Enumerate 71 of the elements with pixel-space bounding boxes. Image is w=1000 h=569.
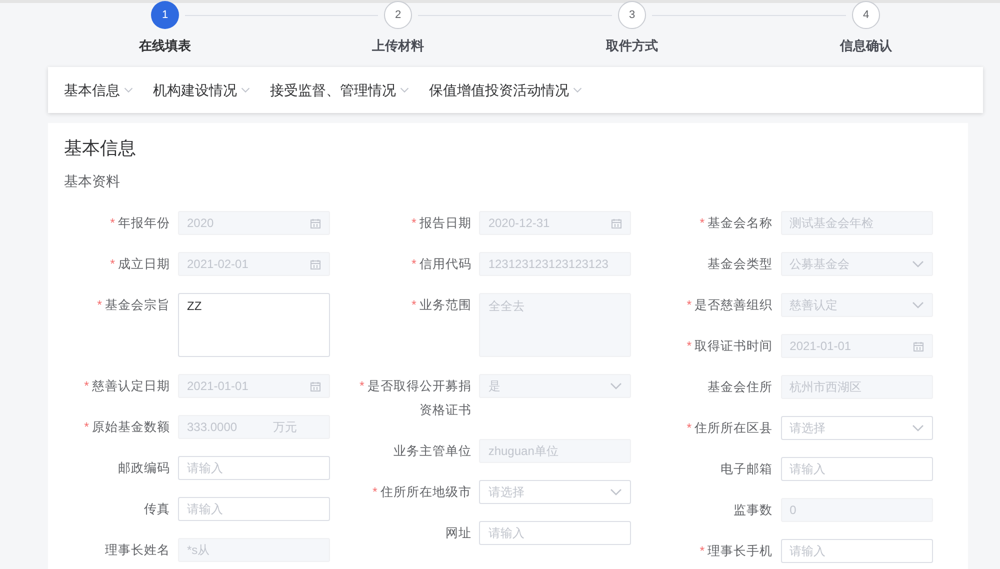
field-label: * 慈善认定日期	[83, 378, 171, 395]
field-label: * 住所所在地级市	[371, 484, 472, 501]
calendar-icon	[912, 340, 924, 352]
tab-dropdown[interactable]: 接受监督、管理情况	[270, 80, 409, 100]
field-label: * 是否取得公开募捐资格证书	[358, 378, 472, 419]
required-mark: *	[686, 298, 692, 312]
field-label: * 信用代码	[410, 256, 472, 273]
field-label: * 报告日期	[410, 215, 472, 232]
field-label: 电子邮箱	[720, 461, 774, 478]
chevron-down-icon	[912, 424, 924, 432]
field-label: 业务主管单位	[392, 443, 472, 460]
field-label: * 住所所在区县	[686, 420, 774, 437]
calendar-icon	[310, 258, 321, 270]
input-field[interactable]: 请输入	[178, 456, 330, 480]
chevron-down-icon	[912, 301, 924, 309]
tab-dropdown[interactable]: 保值增值投资活动情况	[429, 80, 582, 100]
field-label: * 理事长手机	[698, 543, 774, 560]
step-label: 在线填表	[138, 37, 192, 55]
chevron-down-icon	[400, 87, 409, 93]
field-label: * 成立日期	[109, 256, 171, 273]
field-label: 邮政编码	[117, 460, 171, 477]
section-title: 基本资料	[64, 172, 121, 191]
input-field[interactable]: 请输入	[780, 539, 933, 563]
field-label: 网址	[444, 525, 472, 542]
field-label: * 业务范围	[410, 297, 472, 314]
calendar-icon	[611, 218, 622, 228]
field-label: 监事数	[732, 502, 774, 519]
chevron-down-icon	[610, 382, 622, 390]
required-mark: *	[110, 216, 115, 230]
required-mark: *	[686, 421, 692, 435]
chevron-down-icon	[912, 260, 924, 268]
step-label: 上传材料	[371, 37, 425, 55]
field-label: 传真	[143, 501, 171, 518]
field-label: * 年报年份	[109, 215, 171, 232]
input-field[interactable]: 请输入	[178, 497, 330, 521]
textarea-field[interactable]: ZZ	[178, 293, 330, 357]
required-mark: *	[700, 216, 705, 230]
step-label: 取件方式	[604, 37, 659, 55]
tab-dropdown[interactable]: 基本信息	[64, 80, 133, 100]
required-mark: *	[411, 298, 416, 312]
field-label: * 是否慈善组织	[686, 297, 774, 314]
required-mark: *	[411, 257, 416, 271]
required-mark: *	[97, 298, 102, 312]
field-label: * 取得证书时间	[686, 338, 774, 355]
field-label: * 原始基金数额	[83, 419, 171, 436]
step-label: 信息确认	[838, 37, 893, 55]
field-label: 基金会类型	[706, 256, 774, 273]
select-field[interactable]: 请选择	[780, 416, 933, 440]
calendar-icon	[310, 218, 321, 228]
required-mark: *	[359, 379, 364, 393]
field-label: * 基金会宗旨	[96, 297, 171, 314]
calendar-icon	[310, 380, 321, 392]
required-mark: *	[686, 339, 692, 353]
required-mark: *	[372, 485, 378, 499]
chevron-down-icon	[573, 87, 582, 93]
field-label: 基金会住所	[706, 379, 774, 396]
required-mark: *	[411, 216, 416, 230]
input-field[interactable]: 请输入	[780, 457, 933, 481]
tab-dropdown[interactable]: 机构建设情况	[153, 80, 250, 100]
required-mark: *	[110, 257, 115, 271]
form-title: 基本信息	[64, 137, 137, 160]
required-mark: *	[700, 544, 705, 558]
input-field[interactable]: 请输入	[479, 521, 632, 545]
select-field[interactable]: 请选择	[479, 480, 632, 504]
field-label: * 基金会名称	[698, 215, 774, 232]
required-mark: *	[84, 420, 89, 434]
field-label: 理事长姓名	[104, 542, 171, 559]
required-mark: *	[84, 379, 89, 393]
chevron-down-icon	[241, 87, 250, 93]
chevron-down-icon	[124, 87, 133, 93]
chevron-down-icon	[610, 488, 622, 496]
